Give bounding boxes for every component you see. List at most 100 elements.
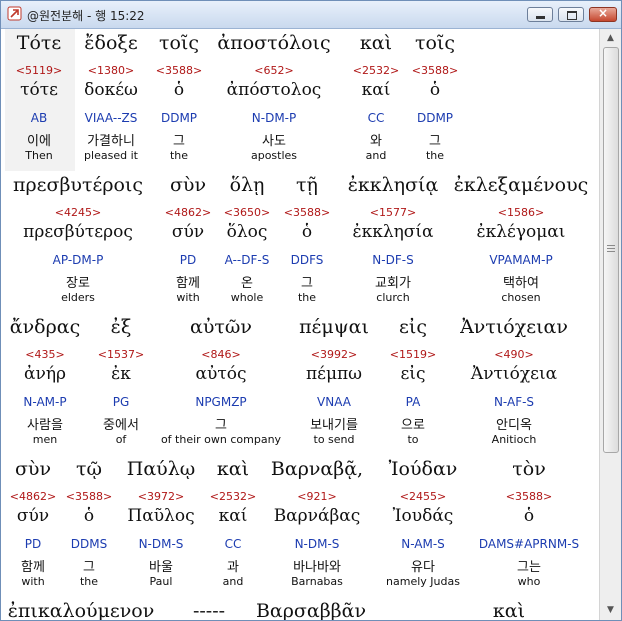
english-gloss: Paul (149, 575, 173, 588)
greek-word: πρεσβυτέροις (12, 174, 144, 196)
parsing-code: VIAA--ZS (84, 111, 138, 125)
english-gloss: with (176, 291, 200, 304)
strong-number: <4862> (164, 206, 212, 219)
greek-word: σὺν (14, 458, 52, 480)
greek-word: Ἰούδαν (388, 458, 458, 480)
english-gloss: to send (313, 433, 355, 446)
greek-word: ἐξ (110, 316, 132, 338)
strong-number: <1577> (369, 206, 417, 219)
lemma: Παῦλος (127, 506, 195, 526)
strong-number: <490> (494, 348, 534, 361)
strong-number: <2455> (399, 490, 447, 503)
english-gloss: who (517, 575, 541, 588)
parsing-code: VPAMAM-P (489, 253, 553, 267)
parsing-code: DDFS (290, 253, 324, 267)
greek-word: Τότε (16, 32, 62, 54)
strong-number: <2532> (209, 490, 257, 503)
english-gloss: elders (61, 291, 95, 304)
lemma: ἀπόστολος (226, 80, 322, 100)
english-gloss: and (222, 575, 244, 588)
lemma: πέμπω (305, 364, 363, 384)
korean-gloss: 가결하니 (87, 134, 135, 149)
strong-number: <1380> (87, 64, 135, 77)
parsing-code: N-DM-S (138, 537, 184, 551)
english-gloss: of (115, 433, 127, 446)
parsing-code: CC (224, 537, 242, 551)
parsing-code: N-DF-S (372, 253, 414, 267)
grip-icon (607, 245, 615, 246)
parsing-code: N-AF-S (493, 395, 535, 409)
scroll-down-icon[interactable]: ▼ (603, 603, 618, 618)
parsing-code: NPGMZP (195, 395, 247, 409)
greek-word: ἐπικαλούμενον (7, 600, 155, 620)
greek-word: ἄνδρας (9, 316, 81, 338)
lemma: ὁ (83, 506, 95, 526)
korean-gloss: 와 (370, 134, 382, 149)
parsing-code: CC (367, 111, 385, 125)
english-gloss: the (297, 291, 317, 304)
parsing-code: DAMS#APRNM-S (478, 537, 580, 551)
vertical-scrollbar[interactable]: ▲ ▼ (599, 29, 621, 620)
greek-word: Βαρναβᾷ, (270, 458, 364, 480)
lemma: εἰς (400, 364, 426, 384)
greek-word: τῇ (296, 174, 318, 196)
english-gloss: with (21, 575, 45, 588)
greek-word: αὐτῶν (190, 316, 252, 338)
greek-word: εἰς (399, 316, 427, 338)
lemma: Ἀντιόχεια (470, 364, 558, 384)
english-gloss: chosen (501, 291, 541, 304)
lemma: καί (218, 506, 248, 526)
parsing-code: DDMS (70, 537, 108, 551)
lemma: αὐτός (195, 364, 247, 384)
strong-number: <1537> (97, 348, 145, 361)
greek-word: ἔδοξε (84, 32, 138, 54)
english-gloss: namely Judas (386, 575, 460, 588)
parsing-code: PG (112, 395, 130, 409)
korean-gloss: 온 (241, 276, 253, 291)
english-gloss: the (79, 575, 99, 588)
english-gloss: the (169, 149, 189, 162)
korean-gloss: 그 (215, 418, 227, 433)
korean-gloss: 안디옥 (496, 418, 532, 433)
scroll-thumb[interactable] (603, 47, 619, 453)
korean-gloss: 택하여 (503, 276, 539, 291)
english-gloss: whole (230, 291, 264, 304)
lemma: ὅλος (226, 222, 268, 242)
strong-number: <921> (297, 490, 337, 503)
english-gloss: Barnabas (291, 575, 343, 588)
strong-number: <3588> (283, 206, 331, 219)
korean-gloss: 과 (227, 560, 239, 575)
korean-gloss: 으로 (401, 418, 425, 433)
greek-word: πέμψαι (299, 316, 369, 338)
korean-gloss: 그 (173, 134, 185, 149)
korean-gloss: 사람을 (27, 418, 63, 433)
strong-number: <3588> (505, 490, 553, 503)
parsing-code: N-DM-P (251, 111, 297, 125)
lemma: Ἰουδάς (392, 506, 454, 526)
strong-number: <3650> (223, 206, 271, 219)
korean-gloss: 유다 (411, 560, 435, 575)
strong-number: <4862> (9, 490, 57, 503)
greek-word: καὶ (359, 32, 393, 54)
korean-gloss: 장로 (66, 276, 90, 291)
close-button[interactable]: × (589, 6, 617, 22)
greek-word: ὅλῃ (229, 174, 265, 196)
greek-word: Βαρσαββᾶν (255, 600, 367, 620)
parsing-code: AB (30, 111, 48, 125)
parsing-code: DDMP (160, 111, 198, 125)
minimize-button[interactable] (527, 7, 553, 22)
lemma: ὁ (429, 80, 441, 100)
english-gloss: clurch (376, 291, 410, 304)
korean-gloss: 함께 (176, 276, 200, 291)
maximize-button[interactable] (558, 7, 584, 22)
lemma: καί (361, 80, 391, 100)
english-gloss: men (32, 433, 58, 446)
english-gloss: of their own company (160, 433, 282, 446)
strong-number: <435> (25, 348, 65, 361)
scroll-up-icon[interactable]: ▲ (603, 31, 618, 46)
korean-gloss: 사도 (262, 134, 286, 149)
strong-number: <3972> (137, 490, 185, 503)
title-bar[interactable]: @원전분해 - 행 15:22 × (1, 1, 621, 29)
korean-gloss: 함께 (21, 560, 45, 575)
greek-word: Ἀντιόχειαν (460, 316, 568, 338)
